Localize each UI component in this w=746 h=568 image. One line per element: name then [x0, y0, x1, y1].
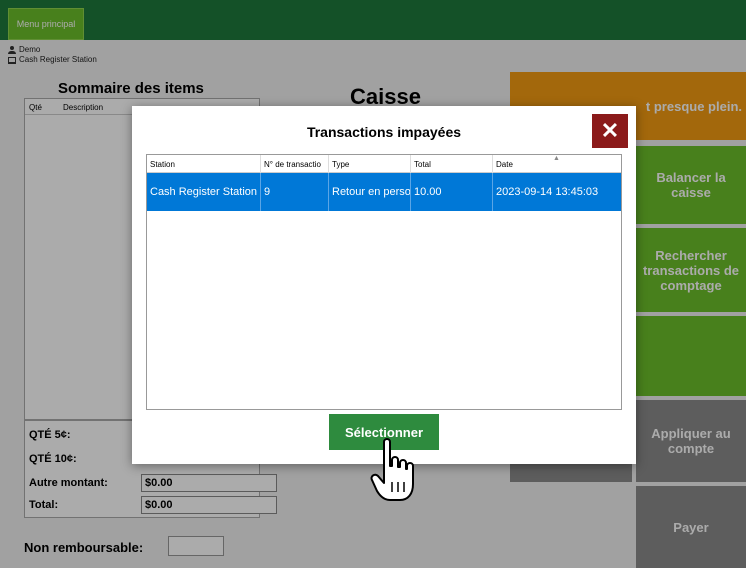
cell-number: 9	[261, 173, 329, 211]
cell-type: Retour en perso	[329, 173, 411, 211]
unpaid-transactions-dialog: Transactions impayées ✕ Station N° de tr…	[132, 106, 636, 464]
col-number[interactable]: N° de transactio	[261, 155, 329, 173]
col-station[interactable]: Station	[147, 155, 261, 173]
cell-total: 10.00	[411, 173, 493, 211]
close-button[interactable]: ✕	[592, 114, 628, 148]
hand-pointer-icon	[370, 438, 414, 501]
col-type[interactable]: Type	[329, 155, 411, 173]
close-icon: ✕	[600, 118, 620, 143]
cell-station: Cash Register Station	[147, 173, 261, 211]
col-total[interactable]: Total	[411, 155, 493, 173]
grid-header: Station N° de transactio Type Total Date…	[147, 155, 621, 173]
cell-date: 2023-09-14 13:45:03	[496, 186, 599, 198]
table-row[interactable]: Cash Register Station 9 Retour en perso …	[147, 173, 621, 211]
sort-arrow-icon: ▲	[553, 155, 560, 162]
transactions-grid: Station N° de transactio Type Total Date…	[146, 154, 622, 410]
dialog-title: Transactions impayées	[306, 124, 462, 140]
